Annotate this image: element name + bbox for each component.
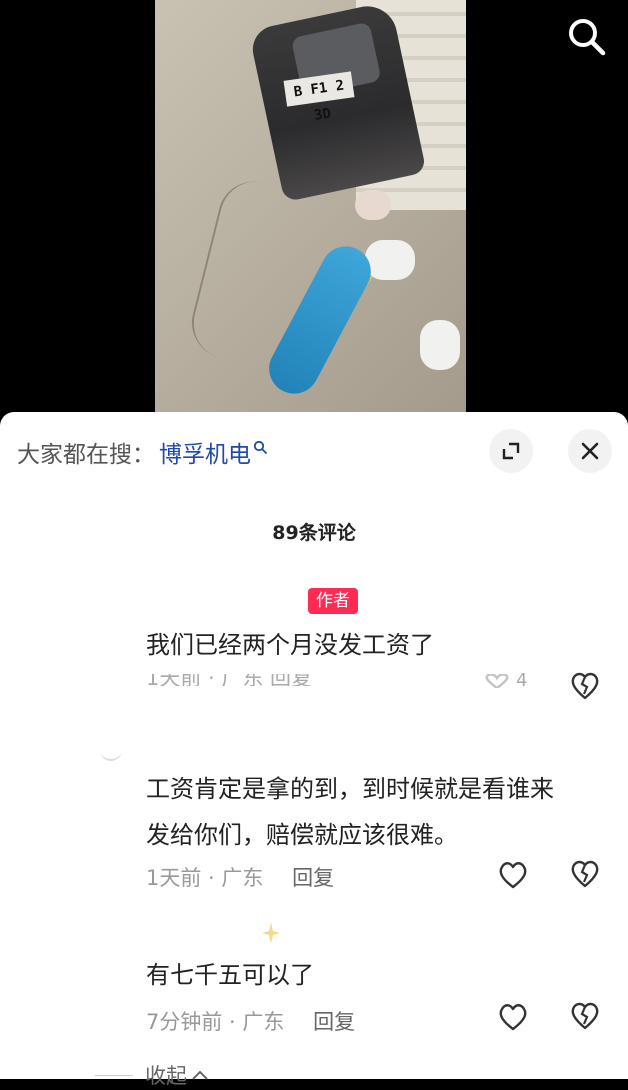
comment-text[interactable]: 工资肯定是拿的到，到时候就是看谁来 (146, 768, 554, 810)
expand-icon (502, 442, 520, 460)
hot-search-prefix: 大家都在搜： (17, 442, 155, 468)
search-icon (253, 440, 267, 454)
reply-button[interactable]: 回复 (313, 1010, 355, 1034)
video-person (355, 190, 391, 220)
broken-heart-icon[interactable] (570, 672, 600, 700)
comment-time-location: 7分钟前 · 广东 (146, 1010, 285, 1034)
collapse-label: 收起 (145, 1064, 187, 1088)
comment-text[interactable]: 我们已经两个月没发工资了 (146, 624, 434, 666)
comment-count-title: 89条评论 (272, 522, 356, 544)
heart-icon[interactable] (497, 860, 529, 890)
like-count: 4 (516, 670, 528, 686)
video-road-crack (184, 173, 298, 367)
comment-text[interactable]: 发给你们，赔偿就应该很难。 (146, 814, 458, 856)
close-icon (581, 442, 599, 460)
search-button[interactable] (566, 16, 606, 56)
hot-search-term[interactable]: 博孚机电 (159, 435, 251, 469)
broken-heart-icon[interactable] (570, 1002, 600, 1030)
reply-button[interactable]: 回复 (292, 866, 334, 890)
video-person (420, 320, 460, 370)
video-frame[interactable]: B F1 2 3D (155, 0, 466, 412)
comment-time-location: 1天前 · 广东 (146, 866, 264, 890)
divider (100, 749, 122, 761)
comment-meta: 7分钟前 · 广东 回复 (146, 1006, 355, 1036)
broken-heart-icon[interactable] (570, 860, 600, 888)
hot-search-bar[interactable]: 大家都在搜： 博孚机电 (17, 434, 267, 470)
video-person (365, 240, 415, 280)
comment-text[interactable]: 有七千五可以了 (146, 954, 314, 996)
comment-sheet: 大家都在搜： 博孚机电 89条评论 作者 我们已经两个月没发工资了 1天前 · … (0, 412, 628, 1088)
search-icon (569, 19, 606, 56)
comment-meta: 1天前 · 广东 回复 (146, 862, 334, 892)
chevron-up-icon (192, 1070, 208, 1080)
collapse-divider (95, 1074, 133, 1076)
close-button[interactable] (568, 429, 612, 473)
sparkle-icon (262, 922, 280, 944)
heart-icon[interactable] (497, 1002, 529, 1032)
video-player[interactable]: B F1 2 3D (0, 0, 628, 430)
expand-button[interactable] (489, 429, 533, 473)
heart-icon[interactable] (482, 674, 512, 688)
author-badge: 作者 (308, 588, 358, 614)
collapse-replies-button[interactable]: 收起 (95, 1060, 209, 1090)
